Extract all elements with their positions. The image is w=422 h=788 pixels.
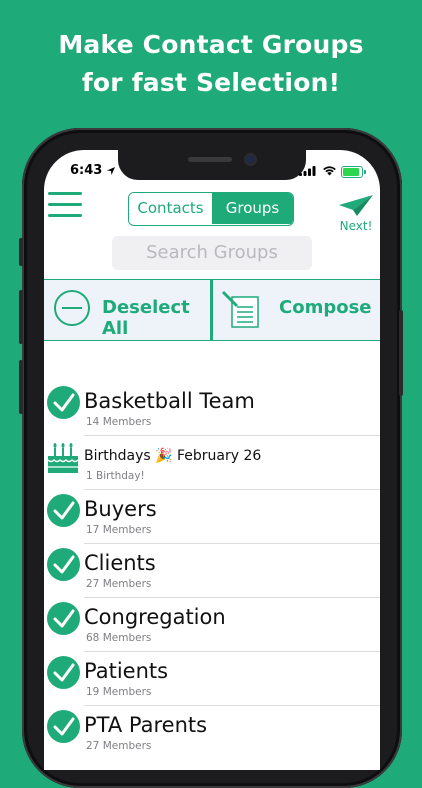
status-time: 6:43: [70, 163, 103, 178]
status-bar: 6:43: [44, 163, 380, 183]
group-name: Clients: [84, 551, 156, 575]
group-member-count: 19 Members: [86, 686, 152, 698]
list-item[interactable]: Clients 27 Members: [44, 544, 380, 598]
group-member-count: 17 Members: [86, 524, 152, 536]
list-item[interactable]: PTA Parents 27 Members: [44, 706, 380, 760]
phone-volume-up-button: [19, 290, 23, 344]
wifi-icon: [323, 166, 336, 176]
list-item[interactable]: Congregation 68 Members: [44, 598, 380, 652]
group-name: Congregation: [84, 605, 226, 629]
tab-groups[interactable]: Groups: [212, 193, 293, 224]
minus-circle-icon: [54, 290, 90, 326]
list-item[interactable]: Patients 19 Members: [44, 652, 380, 706]
action-bar: Deselect All Compose: [44, 279, 380, 341]
tab-contacts[interactable]: Contacts: [129, 193, 212, 224]
paper-plane-icon: [339, 195, 373, 216]
list-item[interactable]: Birthdays 🎉 February 26 1 Birthday!: [44, 436, 380, 490]
check-circle-icon[interactable]: [47, 494, 80, 527]
speaker-grille: [188, 157, 232, 162]
group-member-count: 27 Members: [86, 578, 152, 590]
app-screen: 6:43 Contacts Groups Next! Search Groups: [44, 150, 380, 770]
compose-label: Compose: [279, 297, 372, 318]
birthday-count: 1 Birthday!: [86, 470, 145, 482]
check-circle-icon[interactable]: [47, 386, 80, 419]
headline-line-1: Make Contact Groups: [58, 30, 364, 59]
group-member-count: 14 Members: [86, 416, 152, 428]
list-item[interactable]: Basketball Team 14 Members: [44, 382, 380, 436]
phone-side-button: [19, 238, 23, 266]
search-groups-input[interactable]: Search Groups: [112, 236, 312, 270]
hamburger-menu-icon[interactable]: [48, 192, 82, 218]
headline-line-2: for fast Selection!: [81, 68, 341, 97]
check-circle-icon[interactable]: [47, 656, 80, 689]
check-circle-icon[interactable]: [47, 548, 80, 581]
check-circle-icon[interactable]: [47, 602, 80, 635]
contacts-groups-segmented-control: Contacts Groups: [128, 192, 294, 226]
next-label: Next!: [339, 219, 373, 233]
compose-button[interactable]: Compose: [213, 280, 380, 340]
phone-power-button: [399, 310, 403, 396]
location-arrow-icon: [107, 167, 115, 175]
group-name: Patients: [84, 659, 169, 683]
compose-icon: [222, 291, 259, 328]
deselect-all-label: Deselect All: [102, 297, 190, 339]
group-name: PTA Parents: [84, 713, 208, 737]
list-item[interactable]: Buyers 17 Members: [44, 490, 380, 544]
deselect-all-button[interactable]: Deselect All: [44, 280, 210, 340]
phone-volume-down-button: [19, 360, 23, 414]
promo-headline: Make Contact Groups for fast Selection!: [0, 26, 422, 102]
group-member-count: 27 Members: [86, 740, 152, 752]
group-name: Buyers: [84, 497, 157, 521]
check-circle-icon[interactable]: [47, 710, 80, 743]
next-button[interactable]: Next!: [336, 194, 376, 240]
group-member-count: 68 Members: [86, 632, 152, 644]
battery-icon: [341, 166, 366, 178]
cellular-signal-icon: [299, 166, 316, 176]
birthday-cake-icon: [47, 443, 79, 473]
group-name: Birthdays 🎉 February 26: [84, 448, 262, 464]
group-name: Basketball Team: [84, 389, 255, 413]
